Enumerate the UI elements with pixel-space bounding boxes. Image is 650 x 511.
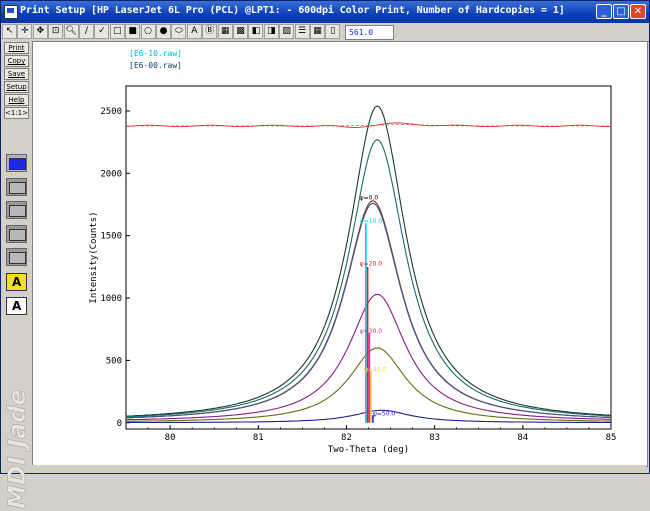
x-tick-label: 83 [429,433,440,443]
y-tick-label: 2500 [100,107,122,117]
series-line [125,138,612,418]
psi-label: ψ=0.0 [360,195,379,202]
series-line [125,200,612,419]
psi-label: ψ=10.0 [360,218,383,225]
y-tick-label: 1000 [100,294,122,304]
series-line [125,202,611,419]
y-axis-label: Intensity(Counts) [89,211,99,303]
x-tick-label: 85 [606,433,617,443]
y-tick-label: 2000 [100,169,122,179]
print-setup-window: Print Setup [HP LaserJet 6L Pro (PCL) @L… [0,0,650,509]
x-tick-label: 82 [341,433,352,443]
y-tick-label: 1500 [100,232,122,242]
xrd-chart: 0 500 1000 1500 2000 2500 80 81 82 83 84 85 Two-Thet… [89,85,617,455]
x-tick-label: 81 [253,433,264,443]
y-tick-label: 500 [106,356,122,366]
x-tick-label: 80 [165,433,176,443]
psi-label: ψ=40.0 [364,367,387,374]
psi-label: ψ=50.0 [373,410,396,417]
series-line [126,293,612,421]
psi-label: ψ=20.0 [360,261,383,268]
plot-frame [125,85,612,430]
psi-label: ψ=30.0 [360,328,383,335]
x-tick-label: 84 [517,433,528,443]
x-axis-label: Two-Theta (deg) [328,445,409,455]
y-tick-label: 0 [117,419,122,429]
